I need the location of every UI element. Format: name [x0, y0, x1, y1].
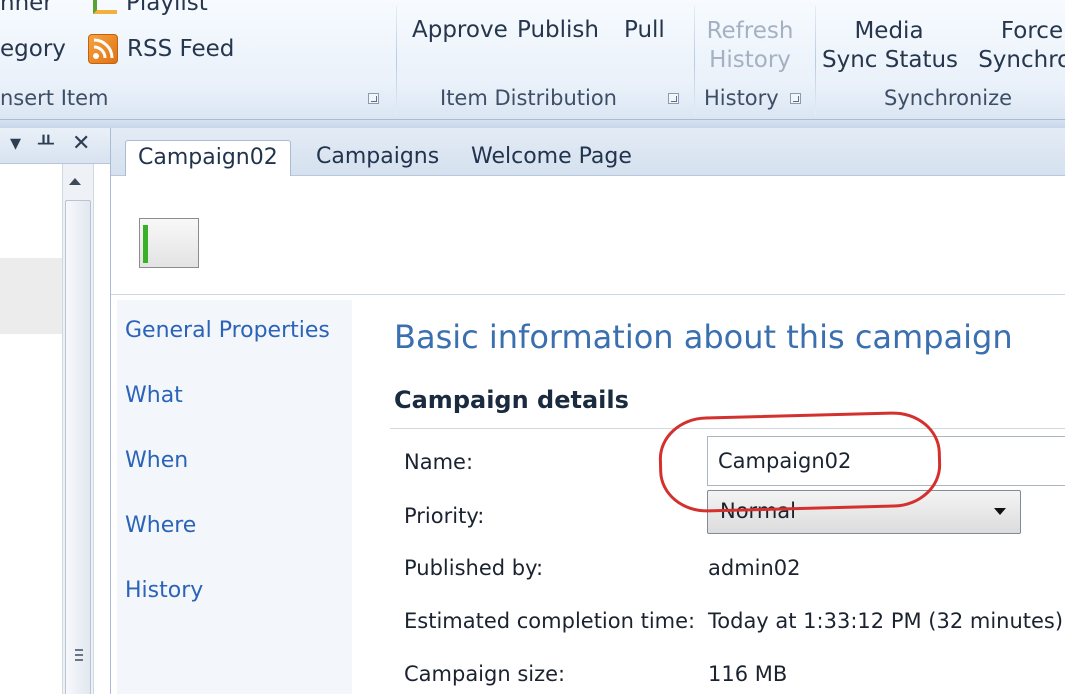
chevron-down-icon: [994, 508, 1006, 515]
name-input[interactable]: Campaign02: [707, 436, 1065, 486]
divider: [390, 428, 1065, 429]
name-label: Name:: [404, 450, 474, 474]
nav-when[interactable]: When: [125, 448, 188, 473]
vertical-scrollbar[interactable]: [62, 164, 94, 694]
priority-label: Priority:: [404, 504, 485, 528]
group-separator: [815, 6, 816, 116]
tree-view: [0, 164, 62, 694]
group-label-item-distribution: Item Distribution: [440, 86, 617, 110]
insert-item-launcher-icon[interactable]: [368, 93, 379, 104]
priority-value: Normal: [720, 499, 796, 523]
group-separator: [694, 6, 695, 116]
published-by-label: Published by:: [404, 556, 544, 580]
section-heading: Campaign details: [394, 386, 629, 414]
nav-what[interactable]: What: [125, 383, 183, 408]
completion-time-label: Estimated completion time:: [404, 609, 696, 633]
left-pane-header: ▾ ᚇ ✕: [0, 128, 110, 164]
refresh-history-button[interactable]: Refresh History: [704, 17, 796, 75]
tree-selected-node[interactable]: [0, 258, 62, 334]
nav-general-properties[interactable]: General Properties: [125, 318, 330, 343]
scroll-grip-icon: [75, 649, 83, 661]
campaign-size-label: Campaign size:: [404, 662, 566, 686]
group-label-history: History: [704, 86, 779, 110]
scroll-thumb[interactable]: [65, 200, 91, 694]
page-title: Basic information about this campaign: [394, 318, 1013, 356]
completion-time-value: Today at 1:33:12 PM (32 minutes): [708, 609, 1064, 633]
approve-button[interactable]: Approve: [412, 17, 508, 43]
document-toolbar: [111, 176, 1065, 296]
tab-campaign02[interactable]: Campaign02: [125, 140, 291, 177]
ribbon-banner-button[interactable]: nner: [0, 0, 53, 16]
nav-history[interactable]: History: [125, 578, 203, 603]
divider: [111, 294, 1065, 295]
ribbon-rss-feed-button[interactable]: RSS Feed: [127, 36, 234, 62]
nav-where[interactable]: Where: [125, 513, 196, 538]
published-by-value: admin02: [708, 556, 801, 580]
force-synchronize-button[interactable]: Force Synchron: [962, 17, 1065, 75]
side-nav: General Properties What When Where Histo…: [117, 300, 352, 694]
document-area: Campaign02 Campaigns Welcome Page Genera…: [110, 128, 1065, 694]
priority-select[interactable]: Normal: [707, 490, 1021, 534]
pull-button[interactable]: Pull: [624, 17, 665, 43]
campaign-size-value: 116 MB: [708, 662, 788, 686]
group-label-insert-item: nsert Item: [0, 86, 109, 110]
pane-dropdown-icon[interactable]: ▾: [10, 132, 21, 156]
ribbon-bottom-bar: [0, 120, 1065, 128]
campaign-details-panel: Basic information about this campaign Ca…: [352, 300, 1065, 694]
rss-feed-icon: [88, 34, 118, 64]
close-icon[interactable]: ✕: [72, 132, 90, 156]
scroll-up-icon[interactable]: [69, 178, 81, 185]
pin-icon[interactable]: ᚇ: [38, 132, 54, 156]
history-launcher-icon[interactable]: [790, 93, 801, 104]
group-label-synchronize: Synchronize: [884, 86, 1013, 110]
media-sync-status-button[interactable]: Media Sync Status: [822, 17, 958, 75]
campaign-thumbnail[interactable]: [139, 218, 199, 268]
progress-bar: [143, 225, 148, 263]
tab-welcome-page[interactable]: Welcome Page: [459, 140, 644, 176]
ribbon-playlist-button[interactable]: Playlist: [126, 0, 208, 16]
ribbon-category-button[interactable]: egory: [0, 36, 66, 62]
tab-campaigns[interactable]: Campaigns: [304, 140, 451, 176]
ribbon: nner Playlist egory RSS Feed nsert Item …: [0, 0, 1065, 120]
left-pane: ▾ ᚇ ✕: [0, 128, 110, 694]
group-separator: [396, 6, 397, 116]
playlist-icon: [93, 0, 117, 14]
publish-button[interactable]: Publish: [517, 17, 599, 43]
tab-strip: Campaign02 Campaigns Welcome Page: [111, 128, 1065, 177]
item-distribution-launcher-icon[interactable]: [668, 93, 679, 104]
